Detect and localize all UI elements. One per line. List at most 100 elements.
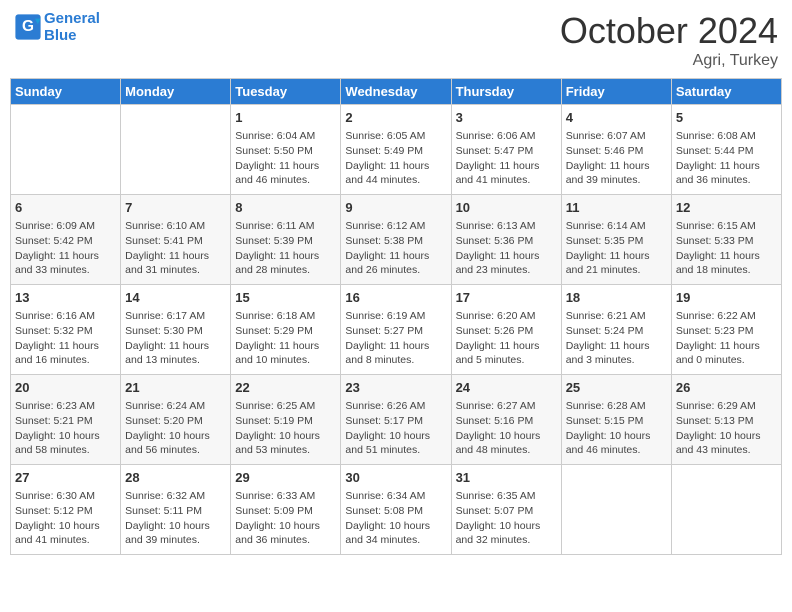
location-subtitle: Agri, Turkey <box>560 52 778 70</box>
day-number: 10 <box>456 199 557 217</box>
calendar-cell: 10 Sunrise: 6:13 AMSunset: 5:36 PMDayligh… <box>451 195 561 285</box>
cell-info: Sunrise: 6:12 AMSunset: 5:38 PMDaylight:… <box>345 219 446 278</box>
cell-info: Sunrise: 6:05 AMSunset: 5:49 PMDaylight:… <box>345 129 446 188</box>
day-number: 9 <box>345 199 446 217</box>
day-number: 15 <box>235 289 336 307</box>
day-number: 5 <box>676 109 777 127</box>
calendar-cell: 27Sunrise: 6:30 AMSunset: 5:12 PMDayligh… <box>11 465 121 555</box>
calendar-cell: 4Sunrise: 6:07 AMSunset: 5:46 PMDaylight… <box>561 105 671 195</box>
cell-info: Sunrise: 6:18 AMSunset: 5:29 PMDaylight:… <box>235 309 336 368</box>
day-number: 25 <box>566 379 667 397</box>
calendar-week-row: 6 Sunrise: 6:09 AMSunset: 5:42 PMDaylight… <box>11 195 782 285</box>
logo-text: General Blue <box>44 10 100 44</box>
cell-info: Sunrise: 6:28 AMSunset: 5:15 PMDaylight:… <box>566 399 667 458</box>
day-number: 13 <box>15 289 116 307</box>
calendar-cell: 9 Sunrise: 6:12 AMSunset: 5:38 PMDaylight… <box>341 195 451 285</box>
day-number: 20 <box>15 379 116 397</box>
col-header-sunday: Sunday <box>11 79 121 105</box>
calendar-cell: 30 Sunrise: 6:34 AMSunset: 5:08 PMDayligh… <box>341 465 451 555</box>
cell-info: Sunrise: 6:20 AMSunset: 5:26 PMDaylight:… <box>456 309 557 368</box>
calendar-week-row: 1 Sunrise: 6:04 AMSunset: 5:50 PMDaylight… <box>11 105 782 195</box>
calendar-cell: 22Sunrise: 6:25 AMSunset: 5:19 PMDayligh… <box>231 375 341 465</box>
calendar-cell: 14Sunrise: 6:17 AMSunset: 5:30 PMDayligh… <box>121 285 231 375</box>
cell-info: Sunrise: 6:19 AMSunset: 5:27 PMDaylight:… <box>345 309 446 368</box>
cell-info: Sunrise: 6:35 AMSunset: 5:07 PMDaylight:… <box>456 489 557 548</box>
cell-info: Sunrise: 6:26 AMSunset: 5:17 PMDaylight:… <box>345 399 446 458</box>
cell-info: Sunrise: 6:04 AMSunset: 5:50 PMDaylight:… <box>235 129 336 188</box>
cell-info: Sunrise: 6:15 AMSunset: 5:33 PMDaylight:… <box>676 219 777 278</box>
day-number: 1 <box>235 109 336 127</box>
cell-info: Sunrise: 6:17 AMSunset: 5:30 PMDaylight:… <box>125 309 226 368</box>
day-number: 12 <box>676 199 777 217</box>
cell-info: Sunrise: 6:25 AMSunset: 5:19 PMDaylight:… <box>235 399 336 458</box>
day-number: 28 <box>125 469 226 487</box>
calendar-cell: 15 Sunrise: 6:18 AMSunset: 5:29 PMDayligh… <box>231 285 341 375</box>
cell-info: Sunrise: 6:24 AMSunset: 5:20 PMDaylight:… <box>125 399 226 458</box>
day-number: 6 <box>15 199 116 217</box>
col-header-thursday: Thursday <box>451 79 561 105</box>
calendar-cell: 5 Sunrise: 6:08 AMSunset: 5:44 PMDaylight… <box>671 105 781 195</box>
calendar-cell <box>561 465 671 555</box>
calendar-cell: 29 Sunrise: 6:33 AMSunset: 5:09 PMDayligh… <box>231 465 341 555</box>
cell-info: Sunrise: 6:13 AMSunset: 5:36 PMDaylight:… <box>456 219 557 278</box>
calendar-cell: 17Sunrise: 6:20 AMSunset: 5:26 PMDayligh… <box>451 285 561 375</box>
day-number: 16 <box>345 289 446 307</box>
cell-info: Sunrise: 6:07 AMSunset: 5:46 PMDaylight:… <box>566 129 667 188</box>
cell-info: Sunrise: 6:33 AMSunset: 5:09 PMDaylight:… <box>235 489 336 548</box>
calendar-cell: 6 Sunrise: 6:09 AMSunset: 5:42 PMDaylight… <box>11 195 121 285</box>
calendar-cell: 31 Sunrise: 6:35 AMSunset: 5:07 PMDayligh… <box>451 465 561 555</box>
calendar-cell: 19 Sunrise: 6:22 AMSunset: 5:23 PMDayligh… <box>671 285 781 375</box>
page-header: G General Blue October 2024 Agri, Turkey <box>10 10 782 70</box>
logo: G General Blue <box>14 10 100 44</box>
calendar-cell: 26 Sunrise: 6:29 AMSunset: 5:13 PMDayligh… <box>671 375 781 465</box>
calendar-cell: 18 Sunrise: 6:21 AMSunset: 5:24 PMDayligh… <box>561 285 671 375</box>
calendar-cell: 16 Sunrise: 6:19 AMSunset: 5:27 PMDayligh… <box>341 285 451 375</box>
cell-info: Sunrise: 6:22 AMSunset: 5:23 PMDaylight:… <box>676 309 777 368</box>
col-header-monday: Monday <box>121 79 231 105</box>
day-number: 29 <box>235 469 336 487</box>
day-number: 26 <box>676 379 777 397</box>
day-number: 8 <box>235 199 336 217</box>
day-number: 18 <box>566 289 667 307</box>
cell-info: Sunrise: 6:23 AMSunset: 5:21 PMDaylight:… <box>15 399 116 458</box>
calendar-cell: 11Sunrise: 6:14 AMSunset: 5:35 PMDayligh… <box>561 195 671 285</box>
cell-info: Sunrise: 6:34 AMSunset: 5:08 PMDaylight:… <box>345 489 446 548</box>
day-number: 7 <box>125 199 226 217</box>
calendar-cell: 8 Sunrise: 6:11 AMSunset: 5:39 PMDaylight… <box>231 195 341 285</box>
cell-info: Sunrise: 6:09 AMSunset: 5:42 PMDaylight:… <box>15 219 116 278</box>
day-number: 30 <box>345 469 446 487</box>
cell-info: Sunrise: 6:06 AMSunset: 5:47 PMDaylight:… <box>456 129 557 188</box>
calendar-week-row: 20 Sunrise: 6:23 AMSunset: 5:21 PMDayligh… <box>11 375 782 465</box>
svg-text:G: G <box>22 18 34 35</box>
cell-info: Sunrise: 6:29 AMSunset: 5:13 PMDaylight:… <box>676 399 777 458</box>
calendar-cell: 3 Sunrise: 6:06 AMSunset: 5:47 PMDaylight… <box>451 105 561 195</box>
day-number: 3 <box>456 109 557 127</box>
cell-info: Sunrise: 6:14 AMSunset: 5:35 PMDaylight:… <box>566 219 667 278</box>
day-number: 19 <box>676 289 777 307</box>
calendar-cell <box>121 105 231 195</box>
cell-info: Sunrise: 6:21 AMSunset: 5:24 PMDaylight:… <box>566 309 667 368</box>
calendar-header-row: SundayMondayTuesdayWednesdayThursdayFrid… <box>11 79 782 105</box>
calendar-cell: 24Sunrise: 6:27 AMSunset: 5:16 PMDayligh… <box>451 375 561 465</box>
cell-info: Sunrise: 6:08 AMSunset: 5:44 PMDaylight:… <box>676 129 777 188</box>
cell-info: Sunrise: 6:10 AMSunset: 5:41 PMDaylight:… <box>125 219 226 278</box>
col-header-tuesday: Tuesday <box>231 79 341 105</box>
calendar-cell: 25 Sunrise: 6:28 AMSunset: 5:15 PMDayligh… <box>561 375 671 465</box>
calendar-cell: 7 Sunrise: 6:10 AMSunset: 5:41 PMDaylight… <box>121 195 231 285</box>
calendar-cell: 1 Sunrise: 6:04 AMSunset: 5:50 PMDaylight… <box>231 105 341 195</box>
calendar-cell: 23Sunrise: 6:26 AMSunset: 5:17 PMDayligh… <box>341 375 451 465</box>
col-header-friday: Friday <box>561 79 671 105</box>
calendar-cell <box>671 465 781 555</box>
col-header-saturday: Saturday <box>671 79 781 105</box>
title-block: October 2024 Agri, Turkey <box>560 10 778 70</box>
calendar-cell: 12 Sunrise: 6:15 AMSunset: 5:33 PMDayligh… <box>671 195 781 285</box>
cell-info: Sunrise: 6:32 AMSunset: 5:11 PMDaylight:… <box>125 489 226 548</box>
day-number: 31 <box>456 469 557 487</box>
calendar-cell <box>11 105 121 195</box>
calendar-week-row: 13 Sunrise: 6:16 AMSunset: 5:32 PMDayligh… <box>11 285 782 375</box>
cell-info: Sunrise: 6:16 AMSunset: 5:32 PMDaylight:… <box>15 309 116 368</box>
calendar-table: SundayMondayTuesdayWednesdayThursdayFrid… <box>10 78 782 555</box>
month-title: October 2024 <box>560 10 778 52</box>
cell-info: Sunrise: 6:11 AMSunset: 5:39 PMDaylight:… <box>235 219 336 278</box>
calendar-cell: 21Sunrise: 6:24 AMSunset: 5:20 PMDayligh… <box>121 375 231 465</box>
